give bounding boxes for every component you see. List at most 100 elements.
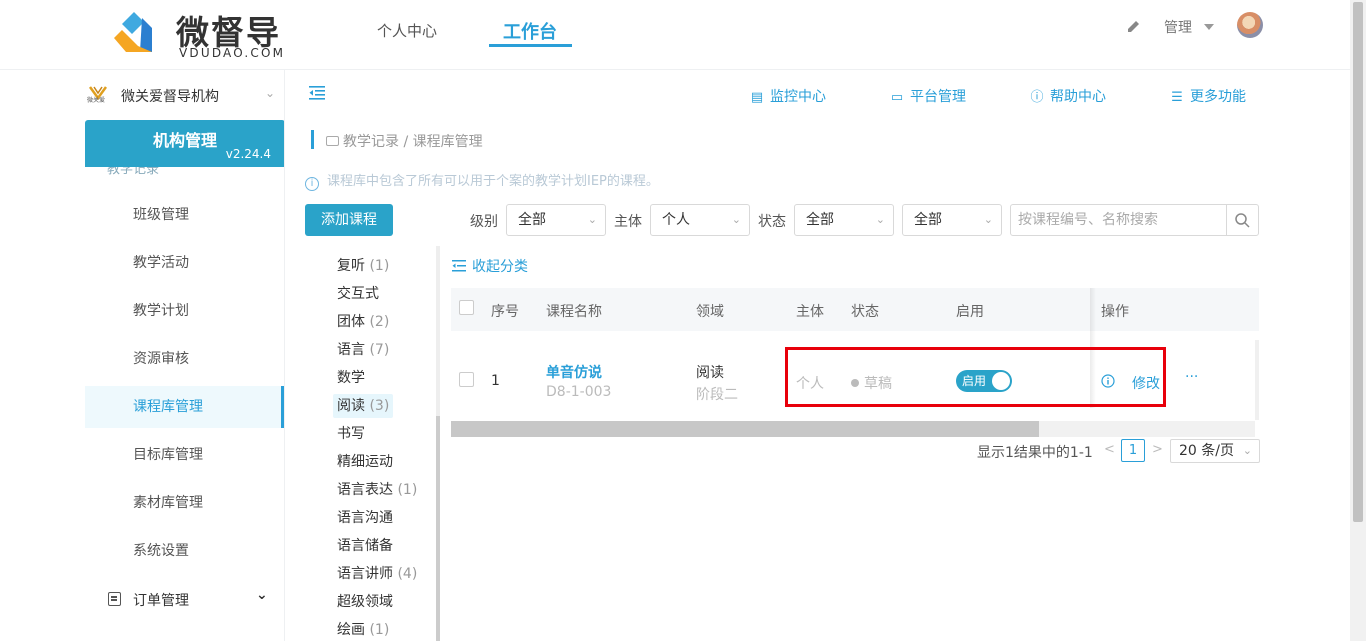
logo-icon [114, 12, 152, 52]
table-scrollbar-thumb[interactable] [451, 421, 1039, 437]
category-item[interactable]: 语言表达 (1) [333, 478, 421, 502]
category-item[interactable]: 精细运动 [333, 450, 397, 474]
category-item[interactable]: 绘画 (1) [333, 618, 393, 642]
category-item-selected[interactable]: 阅读 (3) [333, 394, 394, 418]
nav-personal-center[interactable]: 个人中心 [377, 20, 437, 41]
category-count: (1) [369, 258, 390, 274]
page-scrollbar-thumb[interactable] [1353, 2, 1363, 522]
collapse-categories-button[interactable]: 收起分类 [452, 256, 528, 276]
page-size-select[interactable]: 20 条/页 ⌄ [1170, 439, 1260, 463]
breadcrumb-marker [311, 130, 314, 149]
category-scrollbar-thumb[interactable] [436, 416, 440, 641]
help-center-link[interactable]: ⓘ 帮助中心 [1030, 86, 1106, 106]
info-banner: i 课程库中包含了所有可以用于个案的教学计划IEP的课程。 [305, 170, 659, 191]
chevron-down-icon: ⌄ [587, 213, 597, 226]
subject-select[interactable]: 个人 ⌄ [650, 204, 750, 236]
org-name[interactable]: 微关爱督导机构 [121, 86, 219, 106]
category-name: 绘画 [337, 622, 365, 638]
breadcrumb: 教学记录 / 课程库管理 [326, 131, 483, 151]
search-button[interactable] [1226, 205, 1258, 235]
row-edge [1255, 340, 1259, 420]
category-name: 语言 [337, 342, 365, 358]
row-checkbox[interactable] [459, 372, 474, 387]
level-select-value: 全部 [518, 212, 546, 228]
sidebar-item-activity[interactable]: 教学活动 [85, 242, 284, 284]
chevron-down-icon[interactable]: ⌄ [265, 86, 275, 100]
sidebar-divider [284, 70, 285, 641]
select-all-checkbox[interactable] [459, 300, 474, 315]
category-item[interactable]: 数学 [333, 366, 369, 390]
category-item[interactable]: 交互式 [333, 282, 383, 306]
chevron-down-icon[interactable]: ⌄ [256, 587, 268, 603]
pencil-icon[interactable] [1125, 18, 1143, 36]
category-name: 交互式 [337, 286, 379, 302]
sidebar: 微关爱 微关爱督导机构 ⌄ 教学记录 机构管理 v2.24.4 班级管理 教学活… [0, 70, 285, 641]
category-item[interactable]: 语言 (7) [333, 338, 393, 362]
extra-select-value: 全部 [914, 212, 942, 228]
search-input[interactable] [1011, 205, 1227, 235]
more-actions-button[interactable]: ··· [1185, 369, 1198, 385]
menu-collapse-icon[interactable] [309, 86, 325, 100]
category-name: 语言讲师 [337, 566, 393, 582]
more-features-label: 更多功能 [1190, 89, 1246, 105]
extra-select[interactable]: 全部 ⌄ [902, 204, 1002, 236]
course-stage: 阶段二 [696, 387, 738, 403]
section-header: 机构管理 v2.24.4 [85, 120, 285, 167]
hidden-group-peek: 教学记录 [85, 167, 285, 175]
category-item[interactable]: 复听 (1) [333, 254, 393, 278]
page-number[interactable]: 1 [1121, 439, 1145, 462]
highlight-box [785, 347, 1166, 407]
level-select[interactable]: 全部 ⌄ [506, 204, 606, 236]
level-label: 级别 [470, 214, 498, 230]
more-features-link[interactable]: ☰ 更多功能 [1170, 86, 1246, 106]
avatar[interactable] [1237, 12, 1263, 38]
table-horizontal-scrollbar[interactable] [451, 421, 1255, 437]
next-page-icon[interactable]: > [1152, 442, 1163, 457]
category-name: 阅读 [337, 398, 365, 414]
breadcrumb-text: 教学记录 / 课程库管理 [343, 134, 483, 150]
sidebar-item-class[interactable]: 班级管理 [85, 194, 284, 236]
sidebar-item-material-library[interactable]: 素材库管理 [85, 482, 284, 524]
sidebar-item-goal-library[interactable]: 目标库管理 [85, 434, 284, 476]
monitor-center-link[interactable]: ▤ 监控中心 [750, 86, 826, 106]
course-domain: 阅读 [696, 365, 724, 381]
chevron-down-icon: ⌄ [875, 213, 885, 226]
prev-page-icon[interactable]: < [1104, 442, 1115, 457]
add-course-button[interactable]: 添加课程 [305, 204, 393, 236]
category-name: 超级领域 [337, 594, 393, 610]
category-item[interactable]: 超级领域 [333, 590, 397, 614]
nav-workbench[interactable]: 工作台 [503, 18, 557, 44]
category-item[interactable]: 团体 (2) [333, 310, 393, 334]
category-count: (3) [369, 398, 390, 414]
page-scrollbar[interactable] [1350, 0, 1366, 641]
sidebar-item-plan[interactable]: 教学计划 [85, 290, 284, 332]
category-name: 语言沟通 [337, 510, 393, 526]
order-icon [108, 592, 121, 606]
sidebar-item-course-library[interactable]: 课程库管理 [85, 386, 284, 428]
admin-menu[interactable]: 管理 [1164, 17, 1192, 37]
category-name: 书写 [337, 426, 365, 442]
category-name: 精细运动 [337, 454, 393, 470]
category-item[interactable]: 语言讲师 (4) [333, 562, 421, 586]
chevron-down-icon: ⌄ [1242, 444, 1252, 457]
category-item[interactable]: 书写 [333, 422, 369, 446]
sidebar-item-settings[interactable]: 系统设置 [85, 530, 284, 572]
column-header-index: 序号 [491, 304, 519, 320]
category-scrollbar[interactable] [436, 246, 440, 641]
column-header-subject: 主体 [796, 304, 824, 320]
help-icon: ⓘ [1030, 90, 1044, 105]
sidebar-group-orders[interactable]: 订单管理 [133, 590, 189, 610]
collapse-list-icon [452, 260, 466, 272]
subject-label: 主体 [614, 214, 642, 230]
hidden-group-label: 教学记录 [107, 167, 160, 175]
category-item[interactable]: 语言储备 [333, 534, 397, 558]
course-code: D8-1-003 [546, 384, 612, 400]
status-select[interactable]: 全部 ⌄ [794, 204, 894, 236]
course-name-link[interactable]: 单音仿说 [546, 362, 602, 382]
caret-down-icon[interactable] [1204, 24, 1214, 30]
sidebar-item-resource-review[interactable]: 资源审核 [85, 338, 284, 380]
subject-select-value: 个人 [662, 212, 690, 228]
desktop-icon: ▭ [890, 90, 904, 105]
platform-admin-link[interactable]: ▭ 平台管理 [890, 86, 966, 106]
category-item[interactable]: 语言沟通 [333, 506, 397, 530]
